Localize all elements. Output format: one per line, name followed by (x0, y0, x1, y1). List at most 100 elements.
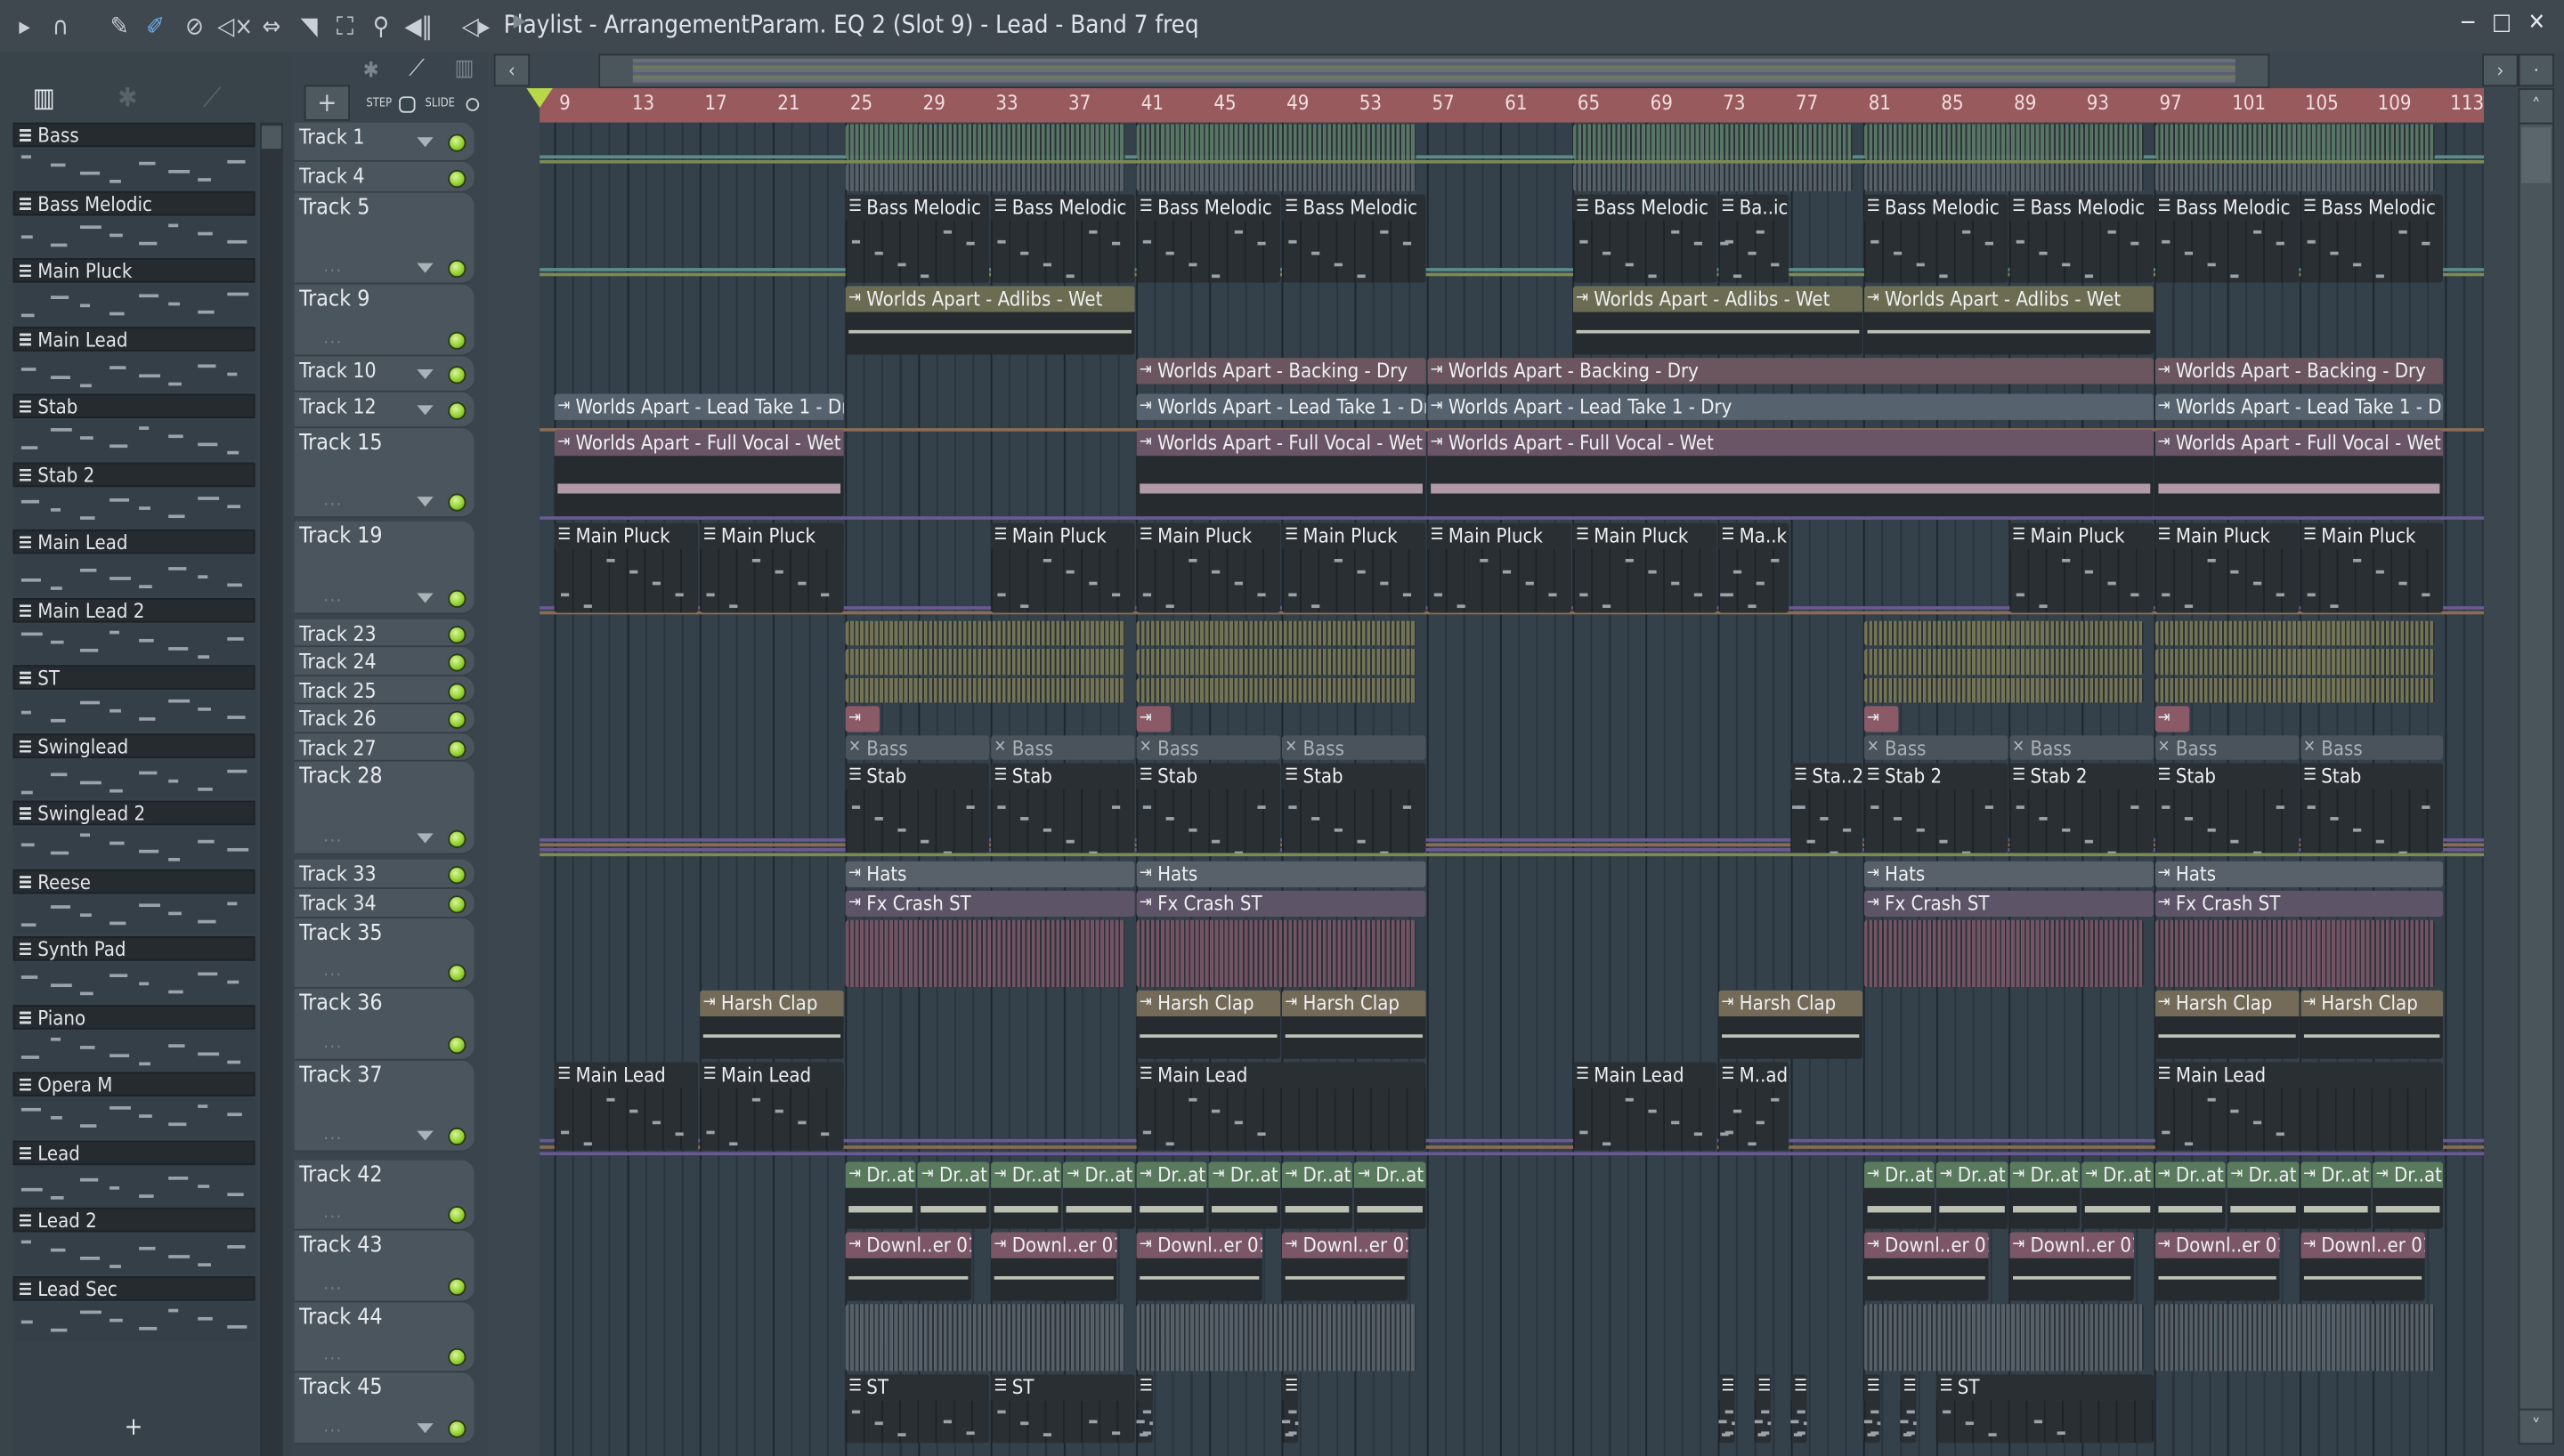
track-name[interactable]: Track 12 (299, 394, 377, 419)
audio-wave-icon[interactable]: ✱ (118, 82, 137, 113)
clip-title[interactable]: ⇥ Fx Crash ST (2154, 890, 2444, 918)
clip-title[interactable]: ☰ (1136, 1374, 1153, 1401)
audio-clip[interactable]: ⇥ Downl..er 01 (845, 1232, 971, 1301)
track-name[interactable]: Track 19 (299, 523, 382, 549)
clip-strip[interactable] (845, 620, 1126, 646)
clip-title[interactable]: ⇥ Harsh Clap (1717, 990, 1862, 1017)
pattern-clip[interactable]: ☰ Bass Melodic (1572, 194, 1716, 283)
channel-name[interactable]: Swinglead 2 (12, 800, 256, 826)
clip-title[interactable]: ⇥ Downl..er 01 (2300, 1232, 2426, 1258)
audio-clip[interactable]: ⇥ Worlds Apart - Backing - Dry (1427, 358, 2154, 391)
track-mute-toggle[interactable] (448, 331, 467, 350)
clip-title[interactable]: ⇥ (845, 706, 880, 732)
track-dropdown-arrow-icon[interactable] (417, 833, 434, 844)
speaker-icon[interactable]: ◁▸ (461, 12, 491, 41)
clip-strip[interactable] (1136, 163, 1416, 191)
clip-title[interactable]: ☰ Main Lead (554, 1062, 699, 1088)
clip-title[interactable]: ⇥ Downl..er 01 (2008, 1232, 2135, 1258)
channel-item[interactable]: Lead Sec (12, 1275, 257, 1343)
clip-title[interactable]: ☰ Main Pluck (2008, 522, 2154, 549)
clip-title[interactable]: ☰ Main Lead (700, 1062, 844, 1088)
pattern-clip[interactable]: ☰ Bass Melodic (2008, 194, 2154, 283)
audio-clip[interactable]: ⇥ (845, 706, 880, 732)
clip-title[interactable]: ⇥ Downl..er 01 (2154, 1232, 2281, 1258)
clip-title[interactable]: ⇥ Worlds Apart - Backing - Dry (1136, 358, 1426, 384)
clip-title[interactable]: ⇥ Worlds Apart - Full Vocal - Wet #2 (1136, 429, 1426, 457)
track-header[interactable]: Track 10 (294, 356, 475, 392)
audio-clip[interactable]: ⇥ Dr..at (845, 1161, 917, 1229)
clip-title[interactable]: ☰ Main Pluck (2300, 522, 2444, 549)
clip-title[interactable]: ☰ Main Lead (2154, 1062, 2444, 1088)
track-name[interactable]: Track 5 (299, 195, 369, 221)
track-header[interactable]: Track 4 (294, 161, 475, 193)
track-header[interactable]: Track 25 (294, 676, 475, 705)
audio-clip[interactable]: ⇥ Harsh Clap (2300, 990, 2444, 1059)
clip-title[interactable]: ⇥ Dr..at (1136, 1161, 1208, 1188)
audio-clip[interactable]: ⇥ Worlds Apart - Full Vocal - Wet (554, 429, 844, 517)
audio-clip[interactable]: ✕ Bass (845, 735, 989, 760)
pattern-clip[interactable]: ☰ Main Lead (2154, 1062, 2444, 1151)
clip-title[interactable]: ☰ (1754, 1374, 1772, 1401)
clip-title[interactable]: ⇥ Hats (2154, 861, 2444, 888)
channel-name[interactable]: Synth Pad (12, 936, 256, 961)
track-mute-toggle[interactable] (448, 1127, 467, 1146)
clip-strip[interactable] (845, 677, 1126, 703)
pattern-clip[interactable]: ☰ Bass Melodic (990, 194, 1135, 283)
audio-clip[interactable]: ⇥ Dr..at (2081, 1161, 2154, 1229)
track-name[interactable]: Track 45 (299, 1374, 382, 1400)
audio-clip[interactable]: ⇥ Hats (845, 861, 1135, 888)
clip-title[interactable]: ⇥ Dr..at (845, 1161, 917, 1188)
pattern-clip[interactable]: ☰ ST (1935, 1374, 2154, 1444)
pattern-clip[interactable]: ☰ Bass Melodic (1863, 194, 2008, 283)
track-mute-toggle[interactable] (448, 133, 467, 152)
paint-brush-icon[interactable]: ✐ (141, 12, 170, 41)
pattern-clip[interactable]: ☰ Main Pluck (1281, 522, 1426, 613)
clip-strip[interactable] (845, 648, 1126, 675)
track-header[interactable]: Track 27 (294, 733, 475, 762)
clip-title[interactable]: ⇥ Harsh Clap (700, 990, 844, 1017)
track-mute-toggle[interactable] (448, 1420, 467, 1438)
track-dropdown-arrow-icon[interactable] (417, 593, 434, 603)
clip-title[interactable]: ☰ Bass Melodic (2300, 194, 2444, 221)
clip-title[interactable]: ⇥ Worlds Apart - Lead Take 1 - Dry (2154, 393, 2444, 420)
clip-strip[interactable] (845, 919, 1126, 988)
track-name[interactable]: Track 15 (299, 430, 382, 456)
clip-title[interactable]: ☰ Sta..2 (1790, 763, 1862, 789)
clip-strip[interactable] (1863, 124, 2144, 160)
audio-clip[interactable]: ⇥ Fx Crash ST (1863, 890, 2154, 918)
clip-title[interactable]: ⇥ Dr..at (2373, 1161, 2444, 1188)
audio-clip[interactable]: ⇥ Worlds Apart - Adlibs - Wet (1863, 286, 2154, 355)
track-name[interactable]: Track 1 (299, 125, 364, 150)
clip-title[interactable]: ☰ Bass Melodic (1572, 194, 1716, 221)
channel-name[interactable]: Main Lead 2 (12, 597, 256, 622)
pattern-clip[interactable]: ☰ Main Pluck (554, 522, 699, 613)
audio-clip[interactable]: ⇥ Dr..at (1863, 1161, 1935, 1229)
clip-strip[interactable] (2154, 620, 2435, 646)
clip-title[interactable]: ⇥ Worlds Apart - Lead Take 1 - Dry (1136, 393, 1426, 420)
pattern-clip[interactable]: ☰ Main Lead (554, 1062, 699, 1151)
track-dropdown-arrow-icon[interactable] (417, 1423, 434, 1434)
scroll-down-button[interactable]: ˅ (2518, 1408, 2554, 1445)
channel-item[interactable]: Main Lead 2 (12, 597, 257, 665)
clip-title[interactable]: ⇥ Worlds Apart - Full Vocal - Wet (1427, 429, 2154, 457)
clip-title[interactable]: ☰ Main Lead (1136, 1062, 1426, 1088)
audio-clip[interactable]: ⇥ Hats (1863, 861, 2154, 888)
audio-clip[interactable]: ⇥ Dr..at (2300, 1161, 2372, 1229)
track-header[interactable]: Track 33 (294, 859, 475, 889)
track-header[interactable]: Track 15... (294, 428, 475, 519)
track-header[interactable]: Track 23 (294, 619, 475, 648)
clip-title[interactable]: ☰ Main Pluck (2154, 522, 2299, 549)
clip-strip[interactable] (1863, 648, 2144, 675)
clip-strip[interactable] (2154, 1304, 2435, 1371)
play-arrow-icon[interactable]: ▸ (10, 12, 39, 41)
channel-name[interactable]: Main Pluck (12, 258, 256, 283)
clip-strip[interactable] (2154, 919, 2435, 988)
track-mute-toggle[interactable] (448, 493, 467, 512)
clip-strip[interactable] (1863, 677, 2144, 703)
audio-clip[interactable]: ⇥ Dr..at (1354, 1161, 1426, 1229)
audio-clip[interactable]: ⇥ Downl..er 01 (2008, 1232, 2135, 1301)
channel-item[interactable]: Synth Pad (12, 936, 257, 1004)
pattern-clip[interactable]: ☰ Ma..k (1717, 522, 1789, 613)
clip-title[interactable]: ⇥ Worlds Apart - Lead Take 1 - Dry (1427, 393, 2154, 420)
pattern-clip[interactable]: ☰ M..ad (1717, 1062, 1789, 1151)
